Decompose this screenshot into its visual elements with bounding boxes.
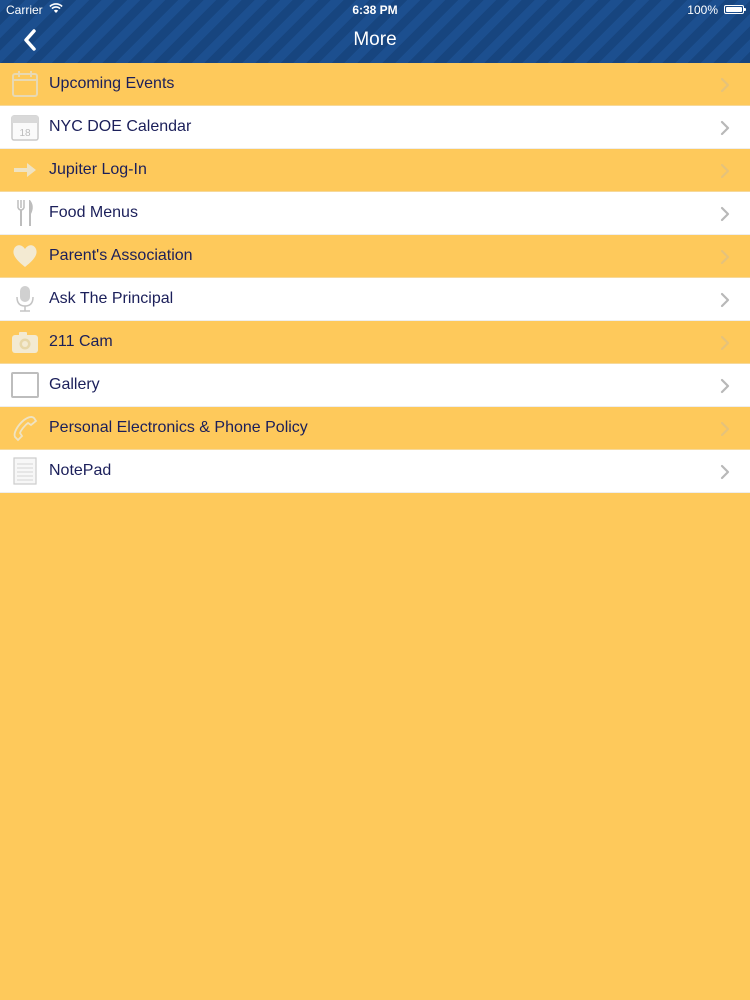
menu-item-food-menus[interactable]: Food Menus (0, 192, 750, 235)
chevron-right-icon (720, 163, 730, 179)
menu-item-label: Personal Electronics & Phone Policy (49, 419, 308, 436)
menu-item-personal-electronics-phone-policy[interactable]: Personal Electronics & Phone Policy (0, 407, 750, 450)
menu-item-parents-association[interactable]: Parent's Association (0, 235, 750, 278)
page-title: More (353, 29, 397, 50)
chevron-right-icon (720, 378, 730, 394)
calendar-icon: 18 (11, 115, 39, 141)
heart-icon (13, 245, 37, 267)
chevron-right-icon (720, 249, 730, 265)
menu-item-label: 211 Cam (49, 333, 113, 350)
chevron-right-icon (720, 421, 730, 437)
menu-item-label: Parent's Association (49, 247, 193, 264)
svg-text:18: 18 (19, 128, 31, 139)
menu-item-gallery[interactable]: Gallery (0, 364, 750, 407)
menu-item-label: Ask The Principal (49, 290, 174, 307)
chevron-right-icon (720, 335, 730, 351)
microphone-icon (16, 286, 34, 312)
menu-item-211-cam[interactable]: 211 Cam (0, 321, 750, 364)
menu-item-label: Upcoming Events (49, 75, 175, 92)
chevron-right-icon (720, 120, 730, 136)
menu-item-label: Jupiter Log-In (49, 161, 147, 178)
status-bar: Carrier 6:38 PM 100% (0, 0, 750, 20)
fork-knife-icon (17, 200, 33, 226)
menu-item-upcoming-events[interactable]: Upcoming Events (0, 63, 750, 106)
chevron-right-icon (720, 206, 730, 222)
chevron-right-icon (720, 77, 730, 93)
menu-item-label: Gallery (49, 376, 100, 393)
menu-item-ask-the-principal[interactable]: Ask The Principal (0, 278, 750, 321)
menu-item-label: NotePad (49, 462, 112, 479)
phone-icon (13, 416, 38, 442)
menu-list: Upcoming Events 18 NYC DOE Calendar Jupi… (0, 63, 750, 493)
menu-item-jupiter-log-in[interactable]: Jupiter Log-In (0, 149, 750, 192)
menu-item-nyc-doe-calendar[interactable]: 18 NYC DOE Calendar (0, 106, 750, 149)
navigation-header: Carrier 6:38 PM 100% More (0, 0, 750, 63)
battery-icon (724, 5, 746, 14)
gallery-icon (11, 372, 39, 398)
chevron-right-icon (720, 292, 730, 308)
menu-item-notepad[interactable]: NotePad (0, 450, 750, 493)
clock: 6:38 PM (352, 3, 398, 17)
camera-icon (12, 332, 38, 353)
chevron-right-icon (720, 464, 730, 480)
events-icon (12, 71, 38, 97)
arrow-icon (14, 163, 36, 177)
menu-item-label: NYC DOE Calendar (49, 118, 192, 135)
battery-percentage: 100% (687, 3, 718, 17)
menu-item-label: Food Menus (49, 204, 138, 221)
notepad-icon (13, 457, 37, 485)
